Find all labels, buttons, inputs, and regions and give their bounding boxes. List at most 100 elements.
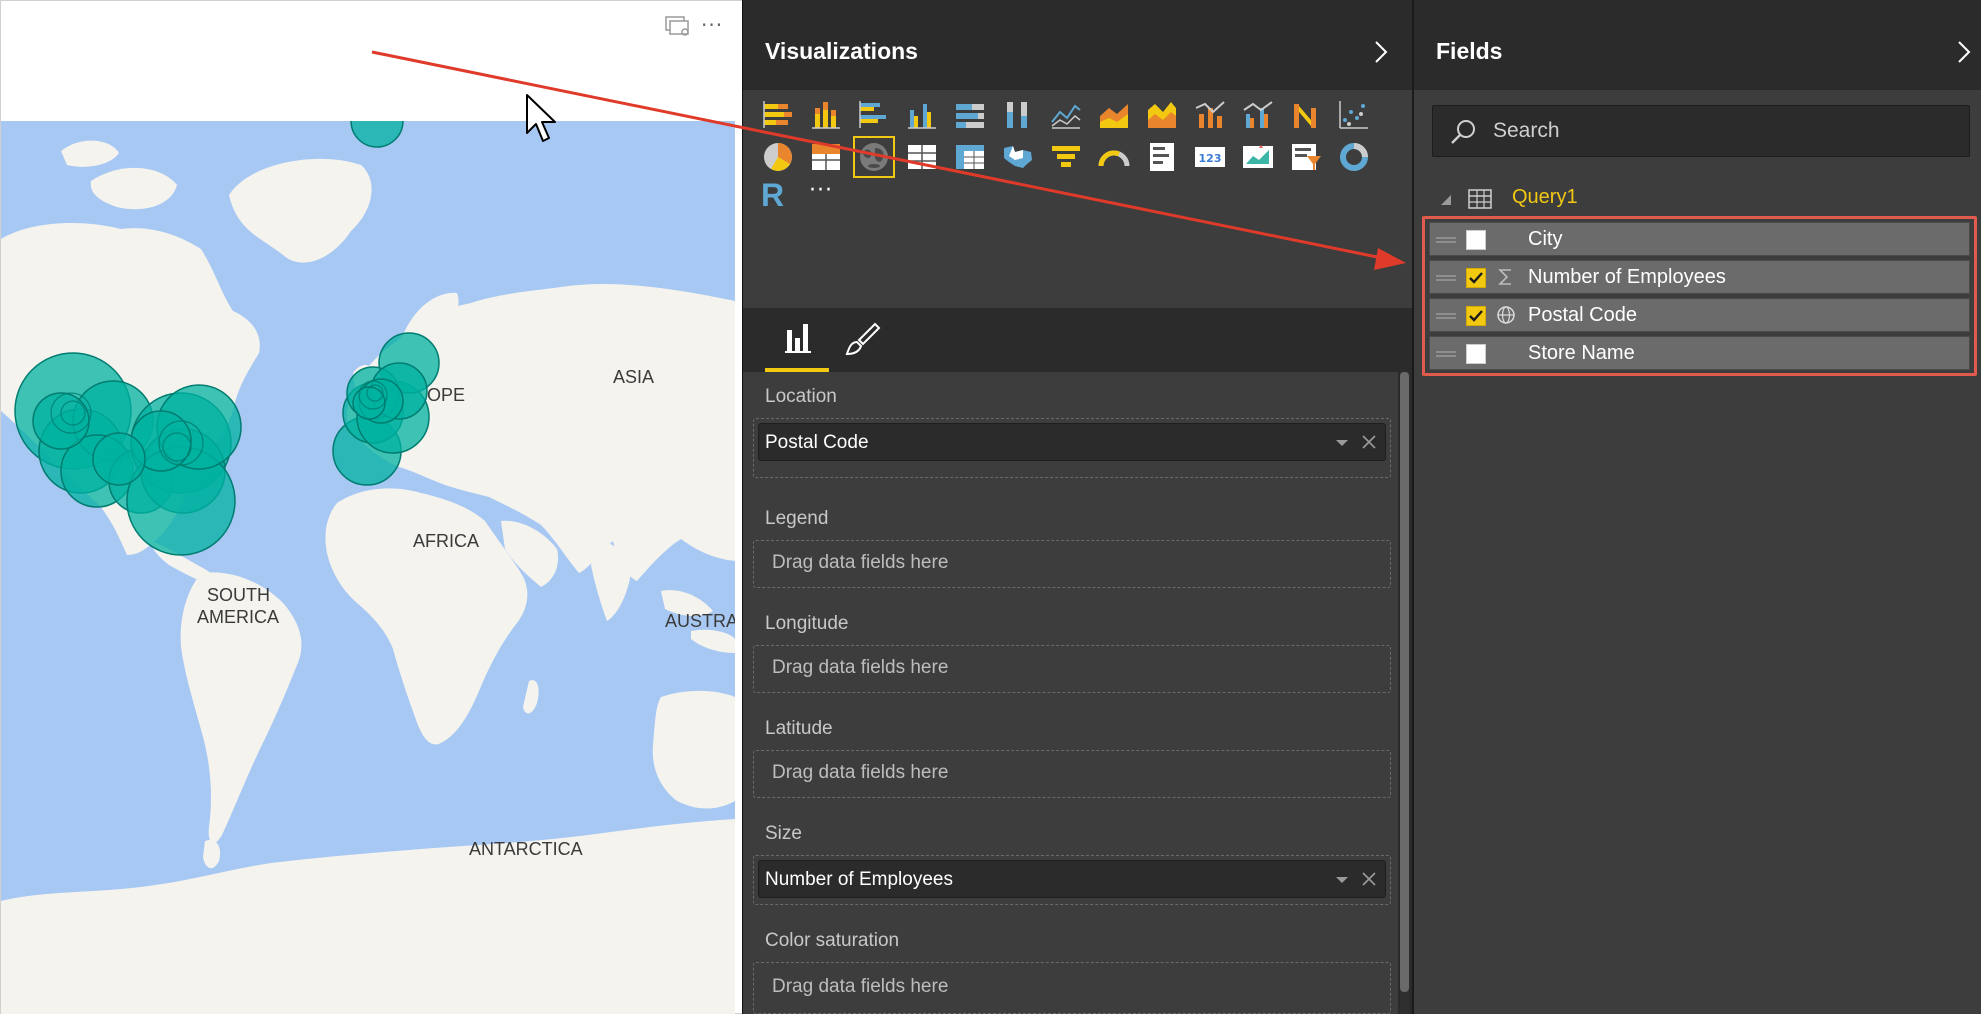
table-query1[interactable]: Query1 — [1440, 182, 1960, 218]
well-size[interactable]: Number of Employees — [753, 855, 1391, 905]
field-row-store-name[interactable]: Store Name — [1429, 336, 1970, 370]
more-visuals-icon[interactable]: ··· — [809, 176, 843, 210]
map-icon[interactable] — [857, 140, 891, 174]
drag-grip-icon[interactable] — [1436, 350, 1456, 358]
well-color-saturation[interactable]: Drag data fields here — [753, 962, 1391, 1014]
treemap-icon[interactable] — [809, 140, 843, 174]
scrollbar-thumb[interactable] — [1400, 372, 1409, 992]
clustered-column-chart-icon[interactable] — [905, 98, 939, 132]
line-chart-icon[interactable] — [1049, 98, 1083, 132]
wells-scrollbar[interactable] — [1400, 372, 1409, 1014]
field-name-store-name: Store Name — [1528, 342, 1635, 364]
r-script-visual-icon[interactable]: R — [761, 178, 795, 212]
line-and-stacked-column-chart-icon[interactable] — [1193, 98, 1227, 132]
checkbox-city[interactable] — [1466, 230, 1486, 250]
chevron-down-icon[interactable] — [1335, 875, 1349, 885]
chevron-right-icon[interactable] — [1954, 38, 1974, 66]
well-label-size: Size — [765, 823, 802, 844]
field-name-number-of-employees: Number of Employees — [1528, 266, 1726, 288]
well-field-label: Number of Employees — [765, 869, 953, 890]
well-location[interactable]: Postal Code — [753, 418, 1391, 478]
field-wells: Location Postal Code Legend Drag data fi… — [743, 372, 1398, 1014]
expand-triangle-icon[interactable] — [1440, 194, 1452, 206]
kpi-icon[interactable] — [1241, 140, 1275, 174]
100-stacked-column-chart-icon[interactable] — [1001, 98, 1035, 132]
line-and-clustered-column-chart-icon[interactable] — [1241, 98, 1275, 132]
map-label-africa: AFRICA — [413, 531, 480, 551]
drag-grip-icon[interactable] — [1436, 236, 1456, 244]
search-box[interactable] — [1432, 105, 1970, 157]
100-stacked-bar-chart-icon[interactable] — [953, 98, 987, 132]
close-icon[interactable] — [1361, 434, 1377, 450]
search-icon — [1451, 120, 1475, 144]
stacked-bar-chart-icon[interactable] — [761, 98, 795, 132]
visualizations-pane: Visualizations 123 R ··· Location Postal… — [742, 0, 1413, 1014]
map-label-south: SOUTH — [207, 585, 270, 605]
well-longitude[interactable]: Drag data fields here — [753, 645, 1391, 693]
slicer-icon[interactable] — [1289, 140, 1323, 174]
close-icon[interactable] — [1361, 871, 1377, 887]
well-field-number-of-employees[interactable]: Number of Employees — [758, 860, 1386, 898]
field-row-postal-code[interactable]: Postal Code — [1429, 298, 1970, 332]
well-latitude[interactable]: Drag data fields here — [753, 750, 1391, 798]
stacked-area-chart-icon[interactable] — [1145, 98, 1179, 132]
well-legend[interactable]: Drag data fields here — [753, 540, 1391, 588]
world-map — [1, 121, 735, 1014]
field-row-number-of-employees[interactable]: Number of Employees — [1429, 260, 1970, 294]
search-input[interactable] — [1493, 116, 1953, 146]
fields-pane: Fields Query1 — [1412, 0, 1981, 1014]
well-placeholder: Drag data fields here — [772, 976, 949, 997]
sigma-icon — [1498, 269, 1511, 285]
well-label-location: Location — [765, 386, 837, 407]
ribbon-chart-icon[interactable] — [1289, 98, 1323, 132]
field-name-city: City — [1528, 228, 1563, 250]
fields-header: Fields — [1414, 8, 1981, 90]
checkbox-number-of-employees[interactable] — [1466, 268, 1486, 288]
table-icon[interactable] — [905, 140, 939, 174]
map-bubble — [352, 386, 386, 420]
chevron-right-icon[interactable] — [1371, 38, 1391, 66]
matrix-icon[interactable] — [953, 140, 987, 174]
globe-icon — [1497, 306, 1515, 324]
well-label-longitude: Longitude — [765, 613, 849, 634]
tab-format-paintbrush-icon[interactable] — [843, 320, 883, 360]
filled-map-icon[interactable] — [1001, 140, 1035, 174]
tab-fields-bar-chart-icon[interactable] — [765, 308, 829, 372]
scatter-chart-icon[interactable] — [1337, 98, 1371, 132]
drag-grip-icon[interactable] — [1436, 312, 1456, 320]
chevron-down-icon[interactable] — [1335, 438, 1349, 448]
checkmark-icon — [1469, 272, 1483, 284]
field-row-city[interactable]: City — [1429, 222, 1970, 256]
map-bubble — [92, 432, 146, 486]
card-icon[interactable]: 123 — [1193, 140, 1227, 174]
checkbox-postal-code[interactable] — [1466, 306, 1486, 326]
more-options-icon[interactable]: ··· — [701, 13, 731, 37]
drag-grip-icon[interactable] — [1436, 274, 1456, 282]
area-chart-icon[interactable] — [1097, 98, 1131, 132]
map-label-australia: AUSTRA — [665, 611, 735, 631]
map-label-america: AMERICA — [197, 607, 280, 627]
visual-header: ··· — [1, 9, 743, 43]
donut-chart-icon[interactable] — [1337, 140, 1371, 174]
well-field-postal-code[interactable]: Postal Code — [758, 423, 1386, 461]
map-bubble — [32, 392, 90, 450]
well-placeholder: Drag data fields here — [772, 552, 949, 573]
well-field-label: Postal Code — [765, 432, 869, 453]
well-placeholder: Drag data fields here — [772, 762, 949, 783]
clustered-bar-chart-icon[interactable] — [857, 98, 891, 132]
focus-mode-icon[interactable] — [665, 15, 691, 37]
pie-chart-icon[interactable] — [761, 140, 795, 174]
multi-row-card-icon[interactable] — [1145, 140, 1179, 174]
map-label-asia: ASIA — [613, 367, 655, 387]
funnel-icon[interactable] — [1049, 140, 1083, 174]
checkbox-store-name[interactable] — [1466, 344, 1486, 364]
mouse-cursor-icon — [526, 94, 556, 142]
table-icon — [1468, 189, 1492, 209]
table-name: Query1 — [1512, 186, 1578, 208]
well-label-color-saturation: Color saturation — [765, 930, 900, 951]
visualization-gallery: 123 R ··· — [743, 90, 1413, 308]
gauge-icon[interactable] — [1097, 140, 1131, 174]
map-label-antarctica: ANTARCTICA — [469, 839, 583, 859]
map-visual[interactable]: ASIA OPE AFRICA SOUTH AMERICA AUSTRA ANT… — [1, 121, 735, 1014]
stacked-column-chart-icon[interactable] — [809, 98, 843, 132]
